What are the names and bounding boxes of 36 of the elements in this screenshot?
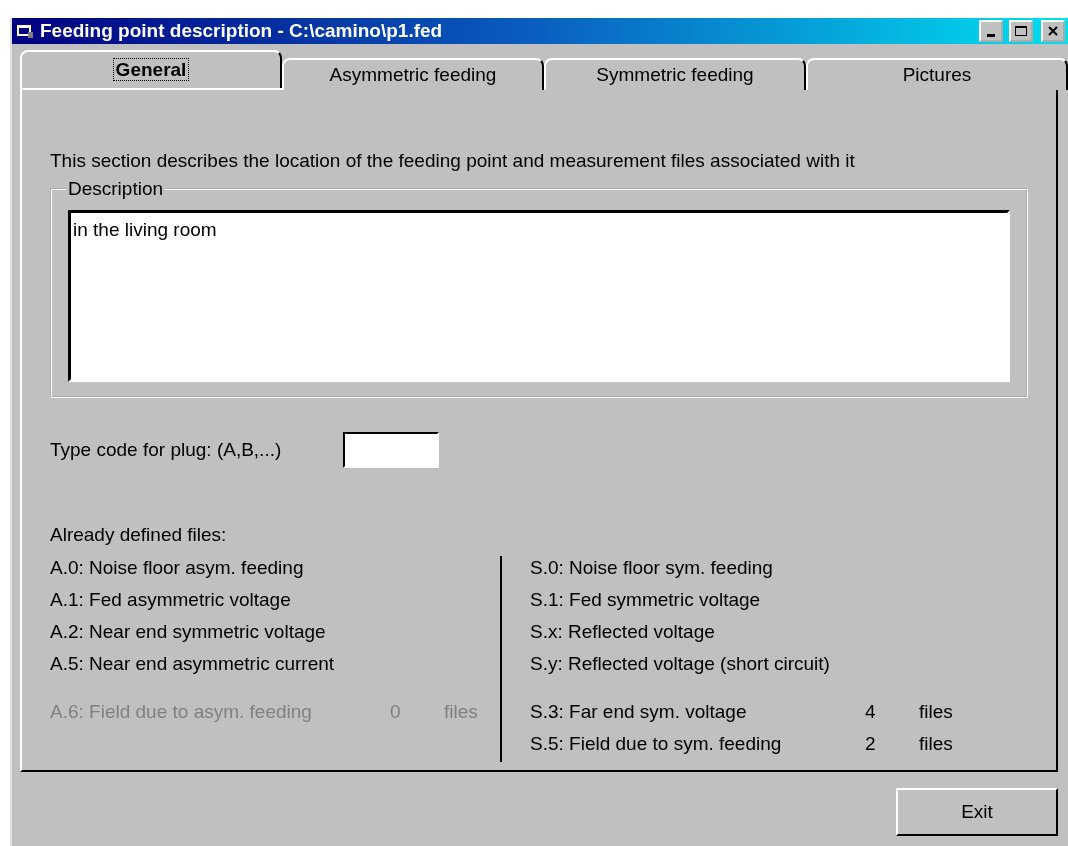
description-field[interactable]: in the living room	[68, 210, 1010, 382]
tab[interactable]: Pictures	[806, 58, 1068, 90]
file-label: S.x: Reflected voltage	[530, 621, 715, 643]
app-icon	[16, 23, 34, 39]
file-label: A.5: Near end asymmetric current	[50, 653, 335, 675]
file-count: 2	[865, 733, 877, 755]
files-heading: Already defined files:	[50, 524, 227, 545]
file-label: S.5: Field due to sym. feeding	[530, 733, 783, 755]
file-label: S.1: Fed symmetric voltage	[530, 589, 761, 611]
file-label: A.2: Near end symmetric voltage	[50, 621, 326, 643]
file-label: S.3: Far end sym. voltage	[530, 701, 748, 723]
file-unit: files	[444, 701, 478, 723]
file-label: A.0: Noise floor asym. feeding	[50, 557, 304, 579]
file-count: 0	[390, 701, 402, 723]
close-button[interactable]	[1041, 20, 1065, 42]
file-label: S.y: Reflected voltage (short circuit)	[530, 653, 830, 675]
plug-field[interactable]	[343, 432, 440, 468]
maximize-button[interactable]	[1009, 20, 1033, 42]
tab[interactable]: Symmetric feeding	[544, 58, 806, 90]
close-icon	[1047, 25, 1059, 37]
file-count: 4	[865, 701, 877, 723]
file-label: A.1: Fed asymmetric voltage	[50, 589, 291, 611]
file-unit: files	[919, 733, 953, 755]
exit-button[interactable]: Exit	[896, 788, 1058, 836]
file-label: A.6: Field due to asym. feeding	[50, 701, 313, 723]
file-label: S.0: Noise floor sym. feeding	[530, 557, 773, 579]
tab[interactable]: General	[20, 50, 282, 88]
minimize-icon	[987, 33, 995, 37]
minimize-button[interactable]	[979, 20, 1003, 42]
window-title: Feeding point description - C:\camino\p1.fed	[40, 20, 444, 42]
group-legend: Description	[66, 178, 166, 200]
file-unit: files	[919, 701, 953, 723]
maximize-icon	[1014, 25, 1028, 37]
intro-text: This section describes the location of the feeding point and measurement files associated with it	[50, 150, 856, 172]
plug-label: Type code for plug: (A,B,...)	[50, 439, 282, 461]
tab[interactable]: Asymmetric feeding	[282, 58, 544, 90]
